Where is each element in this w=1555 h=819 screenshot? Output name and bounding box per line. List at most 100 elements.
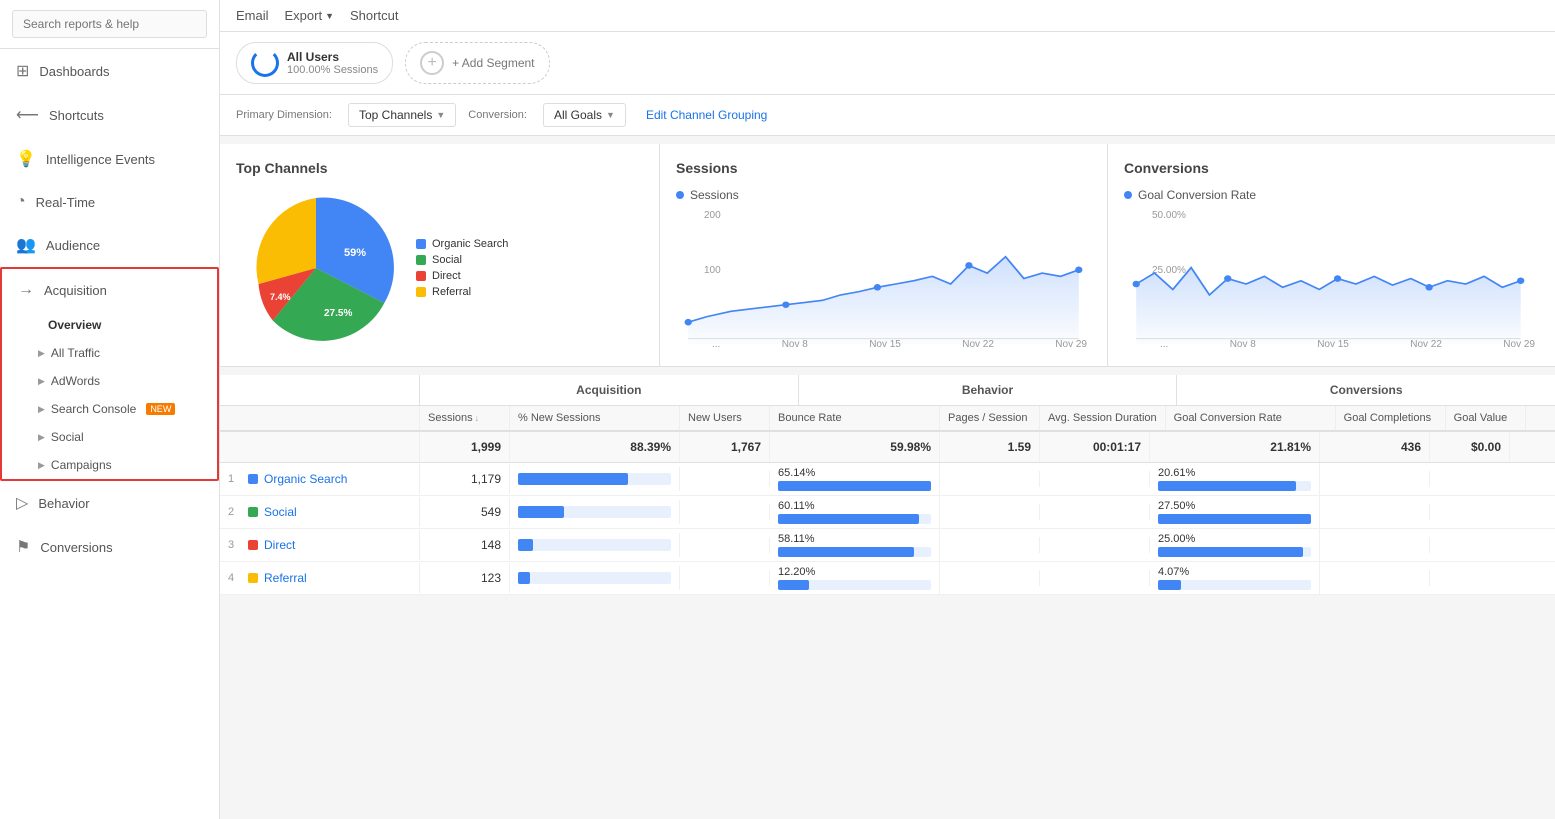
sessions-col-header[interactable]: Sessions ↓	[420, 406, 510, 430]
conversion-dropdown[interactable]: All Goals ▼	[543, 103, 626, 127]
sidebar-item-realtime-label: Real-Time	[36, 195, 95, 210]
goal-completions-col-header[interactable]: Goal Completions	[1336, 406, 1446, 430]
goal-rate-bar-cell: 4.07%	[1150, 562, 1320, 594]
behavior-section-header: Behavior	[799, 375, 1178, 405]
new-users-val	[680, 537, 770, 553]
referral-label: Referral	[432, 286, 471, 298]
duration-val	[1040, 537, 1150, 553]
sidebar-sub-campaigns[interactable]: ▶ Campaigns	[2, 451, 217, 479]
channel-cell: 3 Direct	[220, 530, 420, 560]
row-num: 3	[228, 539, 242, 551]
pct-new-bar-cell	[510, 566, 680, 590]
table-area: Acquisition Behavior Conversions Session…	[220, 375, 1555, 595]
export-caret-icon: ▼	[325, 11, 334, 21]
pie-container: 59% 27.5% 7.4% Organic Search Social	[236, 188, 643, 348]
sessions-title: Sessions	[676, 160, 1091, 176]
searchconsole-tri: ▶	[38, 404, 45, 415]
sidebar-sub-social[interactable]: ▶ Social	[2, 423, 217, 451]
search-input[interactable]	[12, 10, 207, 38]
all-users-segment-icon	[251, 49, 279, 77]
new-users-val	[680, 504, 770, 520]
channel-color-dot	[248, 507, 258, 517]
duration-col-header[interactable]: Avg. Session Duration	[1040, 406, 1166, 430]
segment-subtitle: 100.00% Sessions	[287, 64, 378, 76]
channel-link[interactable]: Organic Search	[264, 472, 347, 486]
sessions-x-4: Nov 29	[1055, 339, 1087, 350]
sessions-val: 123	[420, 563, 510, 593]
table-row: 4 Referral 123 12.20% 4.07%	[220, 562, 1555, 595]
segment-text: All Users 100.00% Sessions	[287, 50, 378, 76]
sessions-metric-label: Sessions	[690, 188, 739, 202]
sidebar-sub-search-console[interactable]: ▶ Search Console NEW	[2, 395, 217, 423]
conversions-panel: Conversions Goal Conversion Rate 50.00% …	[1108, 144, 1555, 366]
bounce-col-header[interactable]: Bounce Rate	[770, 406, 940, 430]
sidebar-sub-all-traffic[interactable]: ▶ All Traffic	[2, 339, 217, 367]
sidebar-item-dashboards[interactable]: ⊞ Dashboards	[0, 49, 219, 93]
channel-color-dot	[248, 540, 258, 550]
sidebar-item-shortcuts-label: Shortcuts	[49, 108, 104, 123]
edit-channel-grouping-link[interactable]: Edit Channel Grouping	[646, 108, 767, 122]
sessions-x-0: ...	[712, 339, 720, 350]
goal-rate-bar-cell: 27.50%	[1150, 496, 1320, 528]
goal-rate-bar-cell: 25.00%	[1150, 529, 1320, 561]
sessions-chart-area: 200 100	[676, 210, 1091, 350]
new-users-col-header[interactable]: New Users	[680, 406, 770, 430]
sidebar-item-behavior[interactable]: ▷ Behavior	[0, 481, 219, 525]
channel-col-header	[220, 406, 420, 430]
sessions-val: 1,179	[420, 464, 510, 494]
table-rows: 1 Organic Search 1,179 65.14% 20.61%	[220, 463, 1555, 595]
shortcut-button[interactable]: Shortcut	[350, 8, 398, 23]
new-users-val	[680, 471, 770, 487]
conversions-y-50: 50.00%	[1152, 210, 1186, 221]
goal-rate-bar-cell: 20.61%	[1150, 463, 1320, 495]
value-val	[1430, 504, 1510, 520]
intelligence-icon: 💡	[16, 149, 36, 169]
total-label-cell	[220, 432, 420, 462]
channel-link[interactable]: Direct	[264, 538, 295, 552]
email-button[interactable]: Email	[236, 8, 269, 23]
all-users-segment[interactable]: All Users 100.00% Sessions	[236, 42, 393, 84]
sidebar-sub-alltraffic-label: All Traffic	[51, 346, 100, 360]
sessions-x-labels: ... Nov 8 Nov 15 Nov 22 Nov 29	[712, 339, 1087, 350]
channel-link[interactable]: Referral	[264, 571, 307, 585]
conversions-chart-area: 50.00% 25.00%	[1124, 210, 1539, 350]
goal-value-col-header[interactable]: Goal Value	[1446, 406, 1526, 430]
channel-color-dot	[248, 573, 258, 583]
sidebar-item-intelligence[interactable]: 💡 Intelligence Events	[0, 137, 219, 181]
charts-row: Top Channels 59% 27.5% 7.4%	[220, 144, 1555, 367]
dimension-bar: Primary Dimension: Top Channels ▼ Conver…	[220, 95, 1555, 136]
goal-rate-col-header[interactable]: Goal Conversion Rate	[1166, 406, 1336, 430]
pct-new-col-header[interactable]: % New Sessions	[510, 406, 680, 430]
sidebar-item-conversions-label: Conversions	[40, 540, 112, 555]
pages-col-header[interactable]: Pages / Session	[940, 406, 1040, 430]
sidebar-item-realtime[interactable]: ◔ Real-Time	[0, 181, 219, 223]
sidebar-sub-overview[interactable]: Overview	[2, 311, 217, 339]
direct-dot	[416, 271, 426, 281]
channel-link[interactable]: Social	[264, 505, 297, 519]
bounce-bar-cell: 58.11%	[770, 529, 940, 561]
top-channels-title: Top Channels	[236, 160, 643, 176]
sidebar-item-acquisition[interactable]: → Acquisition	[2, 269, 217, 311]
primary-dimension-dropdown[interactable]: Top Channels ▼	[348, 103, 456, 127]
sidebar-item-audience[interactable]: 👥 Audience	[0, 223, 219, 267]
value-val	[1430, 570, 1510, 586]
add-segment-button[interactable]: + + Add Segment	[405, 42, 549, 84]
column-headers: Sessions ↓ % New Sessions New Users Boun…	[220, 406, 1555, 432]
sidebar-item-shortcuts[interactable]: ⟵ Shortcuts	[0, 93, 219, 137]
add-segment-icon: +	[420, 51, 444, 75]
channel-cell: 2 Social	[220, 497, 420, 527]
pages-val	[940, 570, 1040, 586]
sidebar-sub-adwords[interactable]: ▶ AdWords	[2, 367, 217, 395]
pie-chart: 59% 27.5% 7.4%	[236, 188, 396, 348]
conversions-title: Conversions	[1124, 160, 1539, 176]
pct-new-bar-cell	[510, 533, 680, 557]
completions-val	[1320, 537, 1430, 553]
toolbar: Email Export ▼ Shortcut	[220, 0, 1555, 32]
bounce-bar-cell: 60.11%	[770, 496, 940, 528]
realtime-icon: ◔	[16, 193, 26, 211]
sidebar-item-conversions[interactable]: ⚑ Conversions	[0, 525, 219, 569]
sessions-y-200: 200	[704, 210, 721, 221]
sessions-x-3: Nov 22	[962, 339, 994, 350]
campaigns-tri: ▶	[38, 460, 45, 471]
export-button[interactable]: Export ▼	[285, 8, 335, 23]
